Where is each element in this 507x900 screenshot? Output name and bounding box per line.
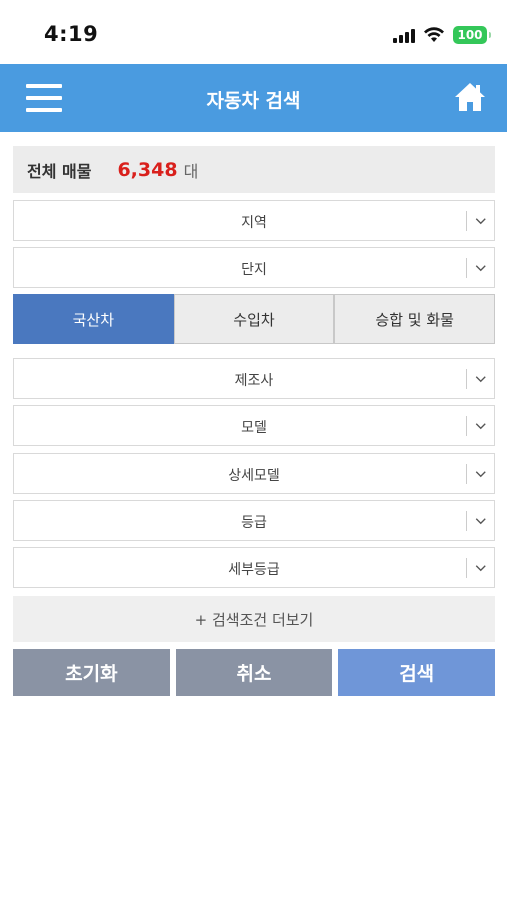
chevron-down-icon — [466, 416, 486, 436]
chevron-down-icon — [466, 464, 486, 484]
chevron-down-icon — [466, 369, 486, 389]
model-select-label: 모델 — [241, 420, 267, 436]
cancel-button[interactable]: 취소 — [175, 649, 333, 696]
tab-domestic[interactable]: 국산차 — [13, 294, 174, 344]
search-button[interactable]: 검색 — [338, 649, 496, 696]
complex-select-label: 단지 — [241, 262, 267, 278]
action-buttons: 초기화 취소 검색 — [13, 649, 496, 696]
app-header: 자동차 검색 — [0, 64, 507, 132]
detail-grade-select[interactable]: 세부등급 — [13, 547, 495, 588]
region-select[interactable]: 지역 — [13, 200, 495, 241]
total-label: 전체 매물 — [27, 161, 92, 181]
chevron-down-icon — [466, 211, 486, 231]
total-unit: 대 — [183, 161, 199, 181]
total-count: 6,348 — [117, 158, 178, 181]
chevron-down-icon — [466, 558, 486, 578]
battery-icon: 100 — [453, 26, 491, 44]
reset-button[interactable]: 초기화 — [13, 649, 170, 696]
detail-model-select-label: 상세모델 — [228, 468, 280, 484]
signal-icon — [393, 27, 415, 43]
more-conditions-button[interactable]: + 검색조건 더보기 — [13, 596, 495, 642]
total-listings-bar: 전체 매물 6,348 대 — [13, 146, 495, 193]
chevron-down-icon — [466, 511, 486, 531]
model-select[interactable]: 모델 — [13, 405, 495, 446]
wifi-icon — [424, 27, 444, 42]
grade-select-label: 등급 — [241, 515, 267, 531]
grade-select[interactable]: 등급 — [13, 500, 495, 541]
complex-select[interactable]: 단지 — [13, 247, 495, 288]
status-icons: 100 — [393, 26, 491, 44]
region-select-label: 지역 — [241, 215, 267, 231]
tab-imported[interactable]: 수입차 — [173, 294, 335, 344]
status-bar: 4:19 100 — [0, 0, 507, 64]
car-type-tabs: 국산차 수입차 승합 및 화물 — [13, 294, 496, 344]
page-title: 자동차 검색 — [206, 90, 301, 112]
status-time: 4:19 — [44, 22, 99, 46]
manufacturer-select-label: 제조사 — [234, 373, 274, 389]
home-icon[interactable] — [453, 80, 487, 114]
detail-grade-select-label: 세부등급 — [228, 562, 280, 578]
tab-van-truck[interactable]: 승합 및 화물 — [334, 294, 496, 344]
chevron-down-icon — [466, 258, 486, 278]
detail-model-select[interactable]: 상세모델 — [13, 453, 495, 494]
manufacturer-select[interactable]: 제조사 — [13, 358, 495, 399]
